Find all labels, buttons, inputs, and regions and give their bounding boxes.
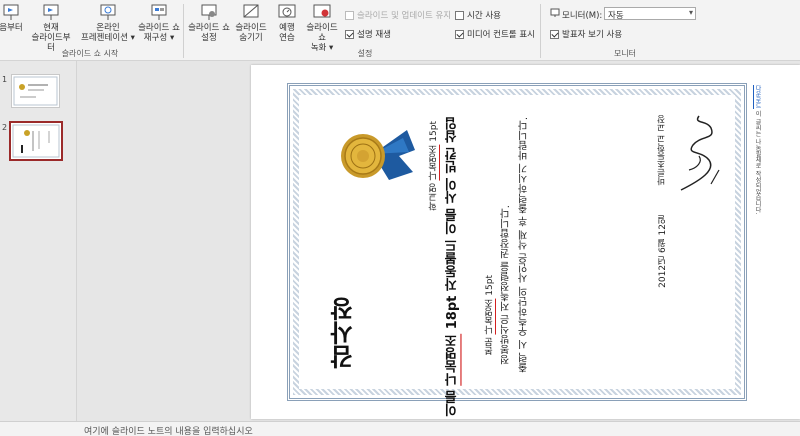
group-label-start: 슬라이드 쇼 시작 bbox=[61, 49, 119, 58]
record-show-button[interactable]: 슬라이드 쇼 녹화 ▾ bbox=[302, 3, 342, 53]
slide-editing-area: 감사장 학교명 나눔명조 15pt 이름 나눔명조 18pt 자동볼드 이름 사… bbox=[78, 61, 800, 421]
setup-show-label-1: 슬라이드 쇼 bbox=[188, 23, 230, 33]
from-current-button[interactable]: 현재 슬라이드부터 bbox=[28, 3, 74, 53]
use-timings-label: 시간 사용 bbox=[467, 11, 501, 21]
name-line-prefix: 이름 bbox=[445, 390, 460, 417]
presenter-view-label: 발표자 보기 사용 bbox=[562, 30, 623, 40]
monitor-icon bbox=[550, 8, 560, 17]
media-controls-checkbox[interactable]: 미디어 컨트롤 표시 bbox=[455, 28, 535, 40]
from-beginning-button[interactable]: 음부터 bbox=[0, 3, 26, 33]
ribbon-separator bbox=[540, 4, 541, 58]
online-present-label-2: 프레젠테이션 ▾ bbox=[81, 33, 135, 43]
name-line[interactable]: 이름 나눔명조 18pt 자동볼드 이름 사이 빈칸 삽입 bbox=[443, 117, 462, 416]
thumbnail-preview bbox=[13, 76, 58, 106]
slide-thumbnail-1[interactable] bbox=[11, 74, 60, 108]
font-side-note: 다운로드 이 글씨는 나눔필체로 작성되었습니다. bbox=[753, 85, 762, 215]
record-label-1: 슬라이드 쇼 bbox=[306, 23, 338, 43]
presenter-view-checkbox[interactable]: 발표자 보기 사용 bbox=[550, 28, 622, 40]
checkbox-box bbox=[455, 10, 464, 20]
custom-show-label-2: 재구성 ▾ bbox=[143, 33, 175, 43]
projector-screen-icon bbox=[43, 4, 59, 20]
media-controls-label: 미디어 컨트롤 표시 bbox=[467, 30, 535, 40]
group-label-monitor: 모니터 bbox=[613, 49, 637, 58]
current-slide[interactable]: 감사장 학교명 나눔명조 15pt 이름 나눔명조 18pt 자동볼드 이름 사… bbox=[251, 65, 800, 419]
setup-show-label-2: 설정 bbox=[201, 33, 217, 43]
rehearse-label-1: 예행 bbox=[279, 23, 295, 33]
checkbox-box bbox=[550, 29, 559, 39]
monitor-label: 모니터(M): bbox=[562, 11, 603, 21]
rehearse-label-2: 연습 bbox=[279, 33, 295, 43]
custom-show-label-1: 슬라이드 쇼 bbox=[138, 23, 180, 33]
custom-show-button[interactable]: 슬라이드 쇼 재구성 ▾ bbox=[138, 3, 180, 43]
school-label[interactable]: 학교명 나눔명조 15pt bbox=[427, 121, 440, 210]
monitor-dropdown[interactable]: 자동 bbox=[604, 7, 696, 21]
notes-pane[interactable]: 여기에 슬라이드 노트의 내용을 입력하십시오 bbox=[0, 421, 800, 436]
body-line-1[interactable]: 정봉방식은 저촉정렬을 권장합니다. bbox=[499, 205, 514, 365]
school-label-font: 나눔명조 bbox=[429, 144, 439, 181]
record-icon bbox=[313, 4, 331, 18]
setup-show-icon bbox=[201, 4, 217, 20]
online-present-button[interactable]: 온라인 프레젠테이션 ▾ bbox=[80, 3, 136, 43]
projector-screen-icon bbox=[3, 4, 19, 20]
checkbox-box bbox=[345, 10, 354, 20]
slide-thumbnails-pane: 1 2 bbox=[0, 61, 77, 421]
setup-show-button[interactable]: 슬라이드 쇼 설정 bbox=[186, 3, 232, 43]
body-label-prefix: 본문 bbox=[485, 337, 495, 356]
side-note-prefix: 이 글씨는 나눔필체로 작성되었습니다. bbox=[754, 110, 761, 215]
body-line-2[interactable]: 출력 시 우측하단의 사인은 삭제 후 출력하시기 바랍니다. bbox=[517, 117, 532, 372]
hide-slide-button[interactable]: 슬라이드 숨기기 bbox=[232, 3, 270, 43]
checkbox-box bbox=[455, 29, 464, 39]
hide-slide-label-2: 숨기기 bbox=[239, 33, 263, 43]
online-screen-icon bbox=[100, 4, 116, 20]
slide-thumbnail-2[interactable] bbox=[9, 121, 63, 161]
certificate-date[interactable]: 2012년 6월 12일 bbox=[656, 215, 669, 288]
ribbon-separator bbox=[183, 4, 184, 58]
group-label-setup: 설정 bbox=[357, 49, 373, 58]
signature-image bbox=[680, 115, 720, 191]
body-label-size: 15pt bbox=[485, 275, 495, 296]
principal-label[interactable]: 바른초등학교 교장 bbox=[656, 115, 668, 186]
certificate-title[interactable]: 감사장 bbox=[326, 297, 361, 369]
online-present-label-1: 온라인 bbox=[96, 23, 120, 33]
from-beginning-label: 음부터 bbox=[0, 23, 23, 33]
hide-slide-label-1: 슬라이드 bbox=[235, 23, 267, 33]
rehearse-timings-button[interactable]: 예행 연습 bbox=[273, 3, 301, 43]
body-label-font: 나눔명조 bbox=[485, 298, 495, 335]
body-label[interactable]: 본문 나눔명조 15pt bbox=[483, 275, 496, 355]
custom-show-icon bbox=[151, 4, 167, 20]
monitor-dropdown-value: 자동 bbox=[608, 11, 624, 21]
play-narration-label: 설명 재생 bbox=[357, 30, 391, 40]
stopwatch-icon bbox=[278, 4, 296, 18]
gold-seal-icon bbox=[341, 130, 415, 180]
name-line-font: 나눔명조 bbox=[445, 333, 460, 386]
hide-slide-icon bbox=[243, 4, 259, 18]
ribbon-slideshow-tab: 음부터 현재 슬라이드부터 온라인 프레젠테이션 ▾ 슬라이드 쇼 재구성 ▾ … bbox=[0, 0, 800, 61]
keep-updated-checkbox[interactable]: 슬라이드 및 업데이트 유지 bbox=[345, 9, 451, 21]
side-note-link[interactable]: 다운로드 bbox=[754, 85, 761, 109]
play-narration-checkbox[interactable]: 설명 재생 bbox=[345, 28, 391, 40]
school-label-size: 15pt bbox=[429, 121, 439, 142]
thumbnail-preview bbox=[12, 124, 60, 158]
powerpoint-window: 음부터 현재 슬라이드부터 온라인 프레젠테이션 ▾ 슬라이드 쇼 재구성 ▾ … bbox=[0, 0, 800, 436]
from-current-label-1: 현재 bbox=[43, 23, 59, 33]
school-label-prefix: 학교명 bbox=[429, 183, 439, 211]
thumb-number: 1 bbox=[2, 75, 8, 84]
keep-updated-label: 슬라이드 및 업데이트 유지 bbox=[357, 11, 452, 21]
name-line-rest: 18pt 자동볼드 이름 사이 빈칸 삽입 bbox=[445, 117, 460, 330]
use-timings-checkbox[interactable]: 시간 사용 bbox=[455, 9, 501, 21]
checkbox-box bbox=[345, 29, 354, 39]
thumb-number: 2 bbox=[2, 123, 8, 132]
notes-placeholder: 여기에 슬라이드 노트의 내용을 입력하십시오 bbox=[84, 427, 253, 436]
